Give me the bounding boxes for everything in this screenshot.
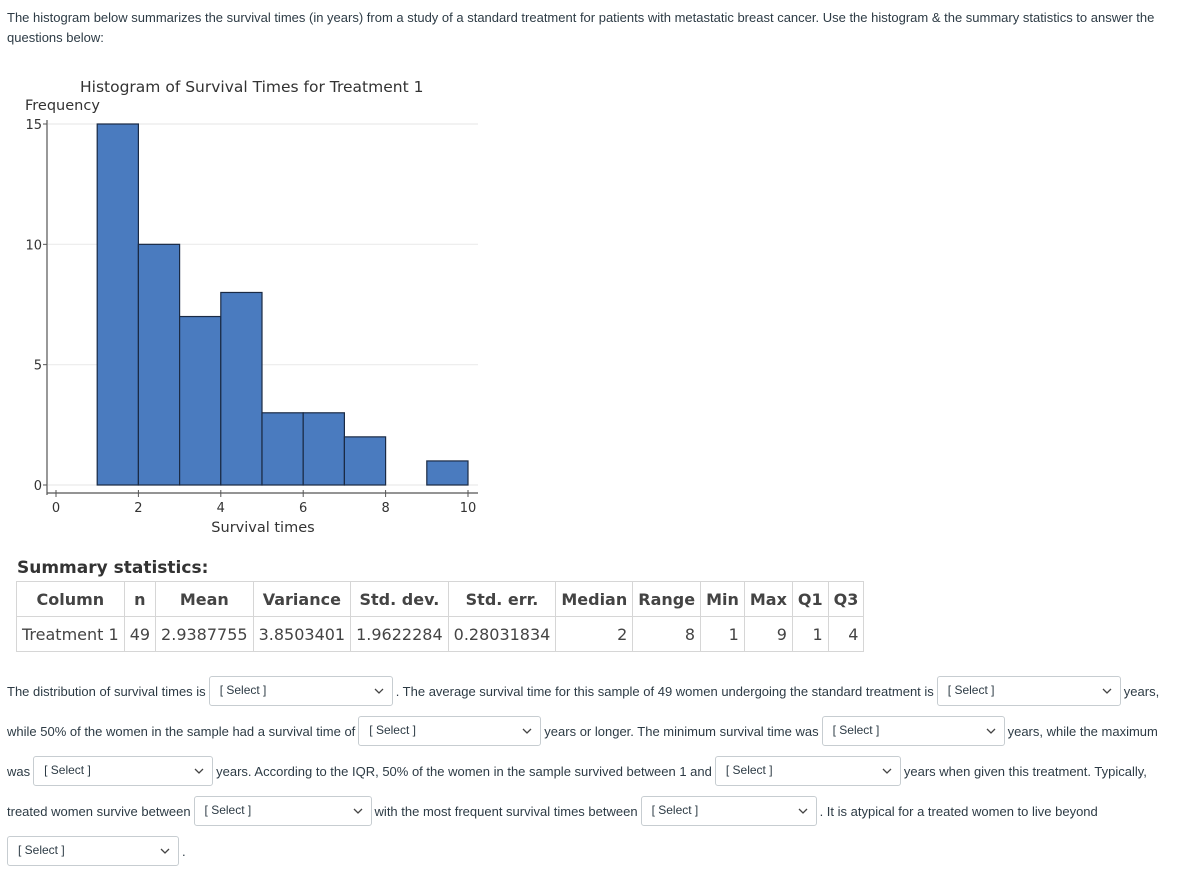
question-line-4: treated women survive between [ Select ]… [7, 794, 1098, 828]
header-max: Max [743, 581, 793, 617]
select-placeholder: [ Select ] [204, 803, 252, 817]
chevron-down-icon [194, 768, 204, 774]
y-tick-label: 15 [25, 118, 42, 133]
header-variance: Variance [252, 581, 352, 617]
y-axis-label: Frequency [25, 98, 100, 114]
question-text: . The average survival time for this sam… [395, 683, 934, 699]
header-q3: Q3 [827, 581, 865, 617]
header-mean: Mean [155, 581, 254, 617]
x-tick-label: 0 [52, 501, 60, 516]
select-typical-range[interactable]: [ Select ] [193, 796, 372, 826]
select-placeholder: [ Select ] [832, 723, 880, 737]
chevron-down-icon [374, 688, 384, 694]
x-axis-label: Survival times [211, 520, 314, 536]
select-most-frequent-range[interactable]: [ Select ] [640, 796, 817, 826]
question-line-2: while 50% of the women in the sample had… [7, 714, 1158, 748]
histogram-bar [179, 315, 222, 486]
question-text: treated women survive between [7, 803, 191, 819]
question-text: . [182, 843, 186, 859]
chevron-down-icon [986, 728, 996, 734]
x-tick-label: 2 [134, 501, 142, 516]
header-min: Min [700, 581, 745, 617]
chevron-down-icon [798, 808, 808, 814]
cell-range: 8 [632, 616, 702, 652]
question-text: . It is atypical for a treated women to … [819, 803, 1098, 819]
histogram-chart: 0 5 10 15 0 2 4 6 8 10 Histogram of Survival Time… [0, 70, 500, 550]
histogram-bar [261, 412, 304, 486]
histogram-bar [137, 243, 181, 486]
histogram-bar [343, 436, 387, 486]
select-placeholder: [ Select ] [651, 803, 699, 817]
header-range: Range [632, 581, 702, 617]
select-median-survival[interactable]: [ Select ] [358, 716, 542, 746]
cell-std-err: 0.28031834 [447, 616, 557, 652]
question-text: was [7, 763, 31, 779]
y-tick-label: 5 [34, 359, 42, 374]
chevron-down-icon [882, 768, 892, 774]
x-tick-label: 4 [217, 501, 225, 516]
histogram-svg: 0 5 10 15 0 2 4 6 8 10 Histogram of Survival Time… [25, 78, 478, 536]
header-column: Column [16, 581, 125, 617]
cell-min: 1 [700, 616, 745, 652]
histogram-bar [96, 123, 139, 486]
y-tick-label: 10 [25, 238, 42, 253]
header-median: Median [555, 581, 634, 617]
summary-row: Treatment 1 49 2.9387755 3.8503401 1.962… [16, 616, 865, 652]
select-placeholder: [ Select ] [369, 723, 416, 737]
header-n: n [123, 581, 157, 617]
select-distribution-shape[interactable]: [ Select ] [208, 676, 393, 706]
summary-title: Summary statistics: [17, 558, 209, 578]
question-text: years. According to the IQR, 50% of the … [216, 763, 712, 779]
select-placeholder: [ Select ] [725, 763, 773, 777]
cell-q3: 4 [827, 616, 865, 652]
header-std-err: Std. err. [447, 581, 557, 617]
chevron-down-icon [522, 728, 532, 734]
select-maximum-survival[interactable]: [ Select ] [33, 756, 214, 786]
x-tick-label: 8 [381, 501, 389, 516]
summary-table: Column n Mean Variance Std. dev. Std. er… [16, 581, 865, 652]
header-q1: Q1 [791, 581, 829, 617]
cell-median: 2 [555, 616, 634, 652]
histogram-bar [426, 460, 469, 486]
select-placeholder: [ Select ] [44, 763, 91, 777]
cell-variance: 3.8503401 [252, 616, 352, 652]
chevron-down-icon [160, 848, 170, 854]
question-text: with the most frequent survival times be… [374, 803, 638, 819]
select-average-survival[interactable]: [ Select ] [936, 676, 1121, 706]
intro-text: The histogram below summarizes the survi… [7, 10, 1155, 45]
cell-std-dev: 1.9622284 [350, 616, 449, 652]
select-placeholder: [ Select ] [947, 683, 995, 697]
cell-max: 9 [743, 616, 793, 652]
chevron-down-icon [1102, 688, 1112, 694]
question-line-1: The distribution of survival times is [ … [7, 674, 1159, 708]
select-iqr-upper[interactable]: [ Select ] [714, 756, 901, 786]
question-text: The distribution of survival times is [7, 683, 206, 699]
cell-column: Treatment 1 [16, 616, 125, 652]
histogram-bar [302, 412, 346, 486]
cell-mean: 2.9387755 [155, 616, 254, 652]
select-atypical-beyond[interactable]: [ Select ] [7, 836, 179, 866]
y-tick-label: 0 [34, 479, 42, 494]
chevron-down-icon [353, 808, 363, 814]
histogram-bar [220, 291, 263, 486]
question-line-5: [ Select ] . [7, 834, 186, 868]
question-text: years, [1123, 683, 1160, 699]
question-text: while 50% of the women in the sample had… [7, 723, 356, 739]
select-minimum-survival[interactable]: [ Select ] [821, 716, 1005, 746]
cell-n: 49 [123, 616, 157, 652]
question-text: years or longer. The minimum survival ti… [544, 723, 819, 739]
cell-q1: 1 [791, 616, 829, 652]
x-tick-label: 6 [299, 501, 307, 516]
select-placeholder: [ Select ] [18, 843, 65, 857]
question-text: years when given this treatment. Typical… [903, 763, 1147, 779]
chart-title: Histogram of Survival Times for Treatmen… [80, 78, 423, 96]
summary-header-row: Column n Mean Variance Std. dev. Std. er… [16, 581, 865, 617]
select-placeholder: [ Select ] [219, 683, 267, 697]
question-line-3: was [ Select ] years. According to the I… [7, 754, 1147, 788]
question-text: years, while the maximum [1007, 723, 1158, 739]
header-std-dev: Std. dev. [350, 581, 449, 617]
x-tick-label: 10 [460, 501, 477, 516]
